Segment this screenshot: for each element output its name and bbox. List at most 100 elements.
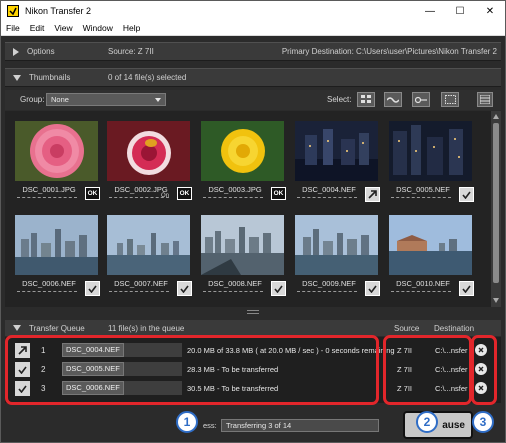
rating-dashes — [17, 291, 77, 293]
transfer-queue-bar[interactable]: Transfer Queue 11 file(s) in the queue S… — [5, 320, 501, 336]
callout-2: 2 — [416, 411, 438, 433]
checkmark-icon[interactable] — [365, 281, 380, 296]
group-select-value: None — [51, 95, 69, 104]
thumbnail-filename: DSC_0006.NEF — [22, 279, 76, 288]
thumbnail-item[interactable]: DSC_0004.NEF — [289, 113, 380, 205]
thumbnail-image — [201, 215, 284, 275]
title-bar: Nikon Transfer 2 — ☐ ✕ — [1, 1, 505, 21]
collapse-arrow-icon[interactable] — [13, 74, 21, 81]
select-all-button[interactable] — [357, 92, 375, 107]
thumbnail-image — [295, 215, 378, 275]
rating-dashes — [297, 291, 357, 293]
thumbnail-item[interactable]: DSC_0008.NEF — [195, 207, 286, 299]
key-icon — [415, 96, 427, 103]
rating-dashes — [109, 291, 169, 293]
menu-file[interactable]: File — [1, 23, 25, 33]
thumbnail-filename: DSC_0003.JPG — [208, 185, 262, 194]
thumbnail-item[interactable]: DSC_0005.NEF — [383, 113, 474, 205]
rating-dashes — [297, 197, 357, 199]
progress-status: Transferring 3 of 14 — [221, 419, 379, 432]
select-protected-button[interactable] — [412, 92, 430, 107]
dotted-frame-icon — [444, 95, 456, 104]
highlight-queue-files — [5, 335, 379, 405]
rating-dashes — [203, 197, 263, 199]
protect-key-icon: On — [161, 193, 170, 199]
selection-count: 0 of 14 file(s) selected — [108, 73, 187, 82]
chevron-down-icon — [155, 98, 161, 102]
progress-label: ess: — [203, 421, 217, 430]
list-icon — [480, 95, 490, 104]
scroll-thumb[interactable] — [493, 123, 499, 283]
column-source: Source — [394, 323, 420, 333]
grid-icon — [361, 95, 371, 103]
deselect-button[interactable] — [441, 92, 459, 107]
menu-help[interactable]: Help — [118, 23, 145, 33]
view-options-button[interactable] — [477, 92, 493, 107]
thumbnail-item[interactable]: DSC_0003.JPG OK — [195, 113, 286, 205]
group-label: Group: — [20, 95, 45, 104]
rating-dashes — [17, 197, 77, 199]
thumbnails-bar[interactable]: Thumbnails 0 of 14 file(s) selected — [5, 68, 501, 87]
checkmark-icon[interactable] — [177, 281, 192, 296]
source-text: Source: Z 7II — [108, 47, 154, 56]
thumbnail-item[interactable]: DSC_0006.NEF — [9, 207, 100, 299]
thumbnails-label: Thumbnails — [29, 73, 71, 82]
select-new-button[interactable] — [384, 92, 402, 107]
group-select[interactable]: None — [46, 93, 166, 106]
thumbnail-item[interactable]: DSC_0010.NEF — [383, 207, 474, 299]
checkmark-icon[interactable] — [459, 281, 474, 296]
nikon-transfer-window: Nikon Transfer 2 — ☐ ✕ File Edit View Wi… — [0, 0, 506, 443]
thumbnail-filename: DSC_0004.NEF — [302, 185, 356, 194]
window-controls: — ☐ ✕ — [415, 1, 505, 21]
rating-dashes — [391, 291, 451, 293]
menu-view[interactable]: View — [49, 23, 77, 33]
thumbnail-filename: DSC_0010.NEF — [396, 279, 450, 288]
thumbnail-item[interactable]: DSC_0007.NEF — [101, 207, 192, 299]
splitter-handle[interactable] — [247, 310, 259, 314]
wave-icon — [387, 96, 399, 103]
checkmark-icon[interactable] — [85, 281, 100, 296]
minimize-icon[interactable]: — — [415, 1, 445, 21]
thumbnail-grid: DSC_0001.JPG OK DSC_0002.JPG On OK DSC_0… — [5, 111, 491, 307]
highlight-queue-remove — [471, 335, 497, 405]
options-bar[interactable]: Options Source: Z 7II Primary Destinatio… — [5, 42, 501, 61]
callout-1: 1 — [176, 411, 198, 433]
thumbnail-filename: DSC_0005.NEF — [396, 185, 450, 194]
queue-label: Transfer Queue — [29, 323, 85, 333]
column-destination: Destination — [434, 323, 475, 333]
highlight-queue-source-destination — [383, 335, 472, 405]
checkmark-icon[interactable] — [459, 187, 474, 202]
thumbnail-filename: DSC_0007.NEF — [114, 279, 168, 288]
thumbnail-toolbar: Group: None Select: — [5, 90, 501, 110]
rating-dashes — [391, 197, 451, 199]
menu-edit[interactable]: Edit — [25, 23, 50, 33]
menu-window[interactable]: Window — [78, 23, 118, 33]
thumbnail-image — [389, 215, 472, 275]
thumbnail-image — [107, 121, 190, 181]
pause-button[interactable]: ause — [403, 411, 473, 439]
primary-destination-text: Primary Destination: C:\Users\user\Pictu… — [281, 47, 497, 56]
expand-arrow-icon[interactable] — [13, 47, 19, 56]
thumbnail-item[interactable]: DSC_0002.JPG On OK — [101, 113, 192, 205]
collapse-arrow-icon[interactable] — [13, 325, 21, 331]
scroll-up-icon[interactable] — [493, 114, 499, 119]
checkmark-icon[interactable] — [271, 281, 286, 296]
ok-badge-icon: OK — [177, 187, 192, 200]
thumbnail-scrollbar[interactable] — [491, 111, 501, 307]
thumbnail-image — [15, 121, 98, 181]
thumbnail-item[interactable]: DSC_0001.JPG OK — [9, 113, 100, 205]
maximize-icon[interactable]: ☐ — [445, 1, 475, 21]
scroll-down-icon[interactable] — [493, 298, 499, 303]
close-icon[interactable]: ✕ — [475, 1, 505, 21]
thumbnail-image — [389, 121, 472, 181]
thumbnail-filename: DSC_0009.NEF — [302, 279, 356, 288]
window-title: Nikon Transfer 2 — [25, 6, 92, 16]
thumbnail-image — [295, 121, 378, 181]
transfer-arrow-icon — [365, 187, 380, 202]
thumbnail-image — [201, 121, 284, 181]
app-icon — [7, 5, 19, 17]
thumbnail-item[interactable]: DSC_0009.NEF — [289, 207, 380, 299]
thumbnail-image — [107, 215, 190, 275]
ok-badge-icon: OK — [271, 187, 286, 200]
thumbnail-filename: DSC_0008.NEF — [208, 279, 262, 288]
